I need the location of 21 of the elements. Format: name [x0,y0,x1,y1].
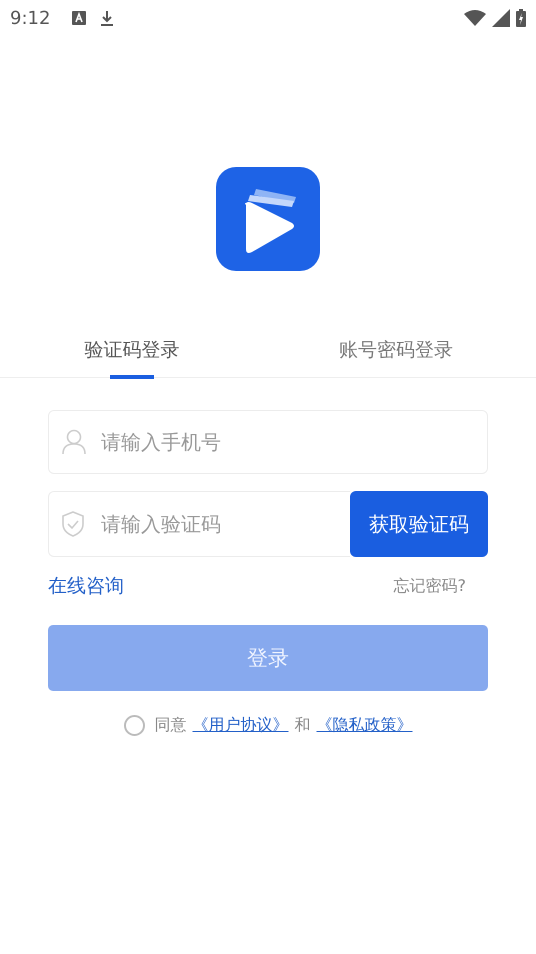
app-logo-icon [216,167,320,271]
agreement-checkbox[interactable] [124,715,144,736]
user-agreement-link[interactable]: 《用户协议》 [192,715,288,736]
user-icon [62,429,86,455]
and-text: 和 [294,715,310,736]
download-icon [100,10,114,26]
wifi-icon [464,10,486,26]
phone-field[interactable]: 请输入手机号 [48,410,488,474]
agree-text: 同意 [154,715,186,736]
signal-icon [492,9,510,27]
forgot-password-link[interactable]: 忘记密码? [394,576,466,596]
shield-icon [62,511,84,537]
online-consult-link[interactable]: 在线咨询 [48,573,124,599]
privacy-policy-link[interactable]: 《隐私政策》 [316,715,412,736]
keyboard-notification-icon [72,11,86,25]
verification-code-field[interactable]: 请输入验证码 [48,491,350,557]
login-tab[interactable]: 验证码登录 [0,331,264,377]
status-time: 9:12 [10,8,50,28]
login-tab[interactable]: 账号密码登录 [264,331,528,377]
get-code-button[interactable]: 获取验证码 [350,491,488,557]
battery-icon [516,9,526,27]
